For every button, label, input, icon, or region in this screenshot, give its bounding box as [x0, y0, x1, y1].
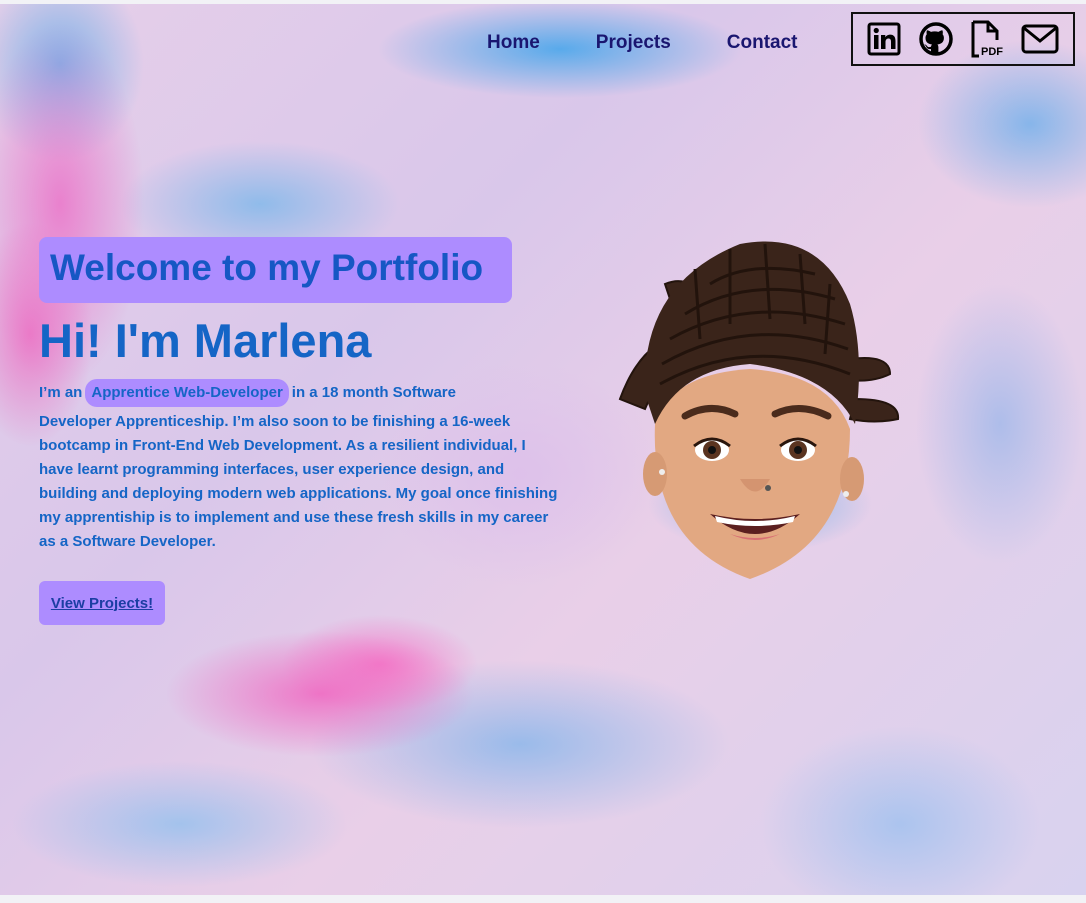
memoji-avatar — [618, 241, 900, 579]
bio-paragraph: I’m an Apprentice Web-Developer in a 18 mo… — [39, 376, 559, 554]
pdf-icon[interactable]: PDF — [970, 20, 1004, 58]
bio-first-line: I’m an Apprentice Web-Developer in a 18 mo… — [39, 376, 559, 410]
linkedin-icon[interactable] — [867, 22, 901, 56]
bio-body: Developer Apprenticeship. I’m also soon … — [39, 413, 558, 550]
nav-home-link[interactable]: Home — [487, 32, 540, 54]
main-nav: Home Projects Contact — [487, 32, 798, 54]
mail-icon[interactable] — [1021, 24, 1059, 54]
social-links: PDF — [851, 12, 1075, 66]
bottom-strip — [0, 895, 1086, 903]
nav-projects-link[interactable]: Projects — [596, 32, 671, 54]
nav-contact-link[interactable]: Contact — [727, 32, 798, 54]
github-icon[interactable] — [918, 21, 954, 57]
welcome-heading: Welcome to my Portfolio — [39, 237, 512, 303]
hero-background: Home Projects Contact PDF Welcome to my … — [0, 4, 1086, 895]
bio-suffix: in a 18 month Software — [291, 384, 456, 401]
svg-text:PDF: PDF — [981, 46, 1003, 58]
role-chip: Apprentice Web-Developer — [85, 379, 289, 407]
view-projects-button[interactable]: View Projects! — [39, 581, 165, 625]
bio-prefix: I’m an — [39, 384, 83, 401]
greeting-heading: Hi! I'm Marlena — [39, 314, 372, 367]
